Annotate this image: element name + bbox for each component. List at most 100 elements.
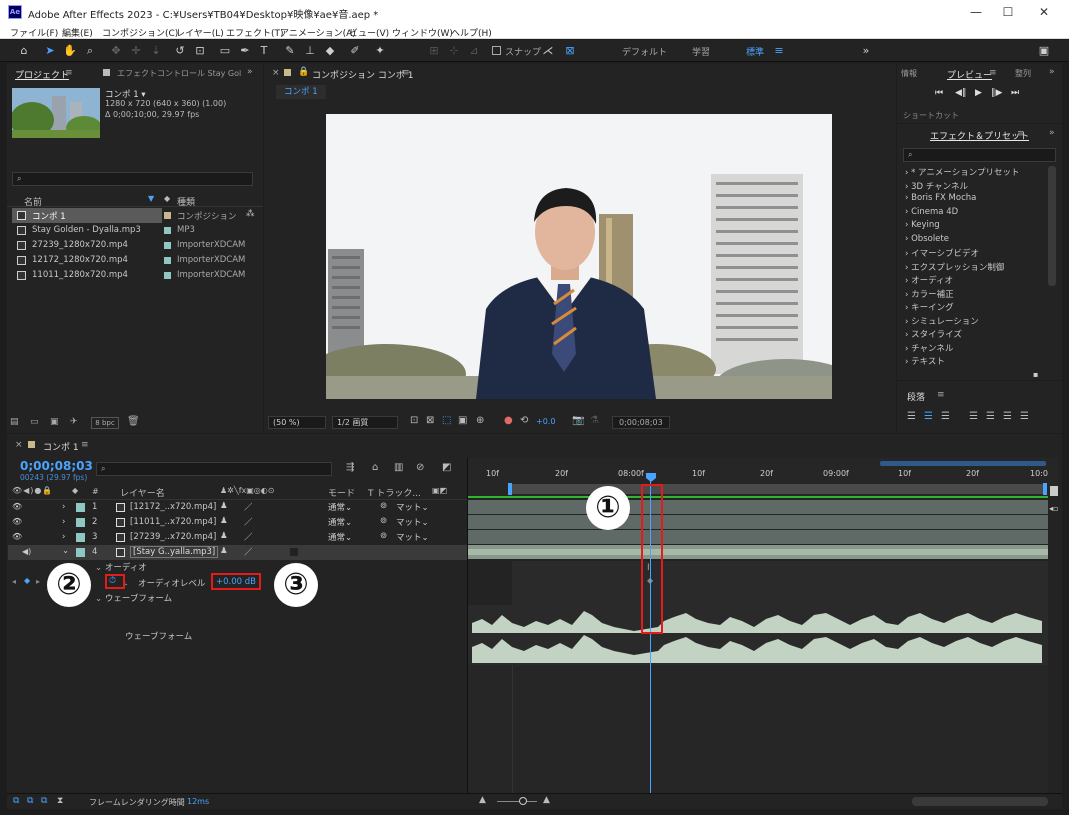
snap-feature-icon[interactable]: ⊠ (562, 43, 578, 59)
timeline-search-input[interactable]: ⌕ (96, 462, 332, 476)
close-tab-icon[interactable]: × (272, 68, 280, 78)
visibility-eye-icon[interactable]: 👁 (12, 502, 22, 511)
reset-exposure-icon[interactable]: ⟲ (520, 415, 528, 426)
last-frame-icon[interactable]: ⏭ (1011, 88, 1019, 98)
tab-project[interactable]: プロジェクト (15, 68, 69, 81)
layer-row[interactable]: 👁 › 3 [27239_..x720.mp4] ♟ ／ 通常⌄ ⊚ マット⌄ (8, 530, 468, 545)
expand-chevron-icon[interactable]: ⌄ (62, 546, 69, 556)
shy-switch-icon[interactable]: ♟ (220, 546, 228, 556)
effect-category[interactable]: › シミュレーション (905, 315, 979, 327)
maximize-button[interactable]: ☐ (993, 2, 1023, 22)
layer-row-selected[interactable]: ◀) ⌄ 4 [Stay G..yalla.mp3] ♟ ／ (8, 545, 468, 560)
tab-composition[interactable]: コンポジション コンポ 1 (312, 68, 413, 81)
next-frame-icon[interactable]: ‖▶ (991, 88, 1002, 98)
channel-icon[interactable]: ● (504, 415, 513, 426)
effect-category[interactable]: › エクスプレッション制御 (905, 261, 1004, 273)
label-swatch[interactable] (164, 212, 171, 219)
workspace-overflow-icon[interactable]: » (858, 43, 874, 59)
layer-bar-1[interactable] (468, 500, 1048, 514)
layer-switches-toggle-icon[interactable]: ⧉ (13, 796, 19, 806)
region-of-interest-icon[interactable]: ▣ (458, 415, 467, 426)
work-area-bar[interactable] (510, 484, 1046, 494)
visibility-eye-icon[interactable]: 👁 (12, 532, 22, 541)
audio-speaker-icon[interactable]: ◀) (22, 547, 31, 556)
minimize-button[interactable]: — (961, 2, 991, 22)
transparency-grid-icon[interactable]: ⊠ (426, 415, 434, 426)
render-time-toggle-icon[interactable]: ⧗ (57, 796, 63, 806)
prev-keyframe-icon[interactable]: ◂ (12, 577, 16, 586)
effect-category[interactable]: › カラー補正 (905, 288, 954, 300)
shy-switch-icon[interactable]: ♟ (220, 501, 228, 511)
comp-mini-flowchart-icon[interactable]: ⇶ (346, 462, 354, 473)
label-swatch[interactable] (76, 518, 85, 527)
new-bin-icon[interactable]: ▪ (1033, 370, 1038, 379)
quality-switch-icon[interactable]: ／ (244, 501, 253, 513)
selection-tool-icon[interactable]: ➤ (42, 43, 58, 59)
quality-switch-icon[interactable]: ／ (244, 516, 253, 528)
resolution-select[interactable]: 1/2 画質 (332, 416, 398, 429)
orbit-tool-icon[interactable]: ✥ (108, 43, 124, 59)
visibility-eye-icon[interactable]: 👁 (12, 517, 22, 526)
puppet-tool-icon[interactable]: ✦ (372, 43, 388, 59)
play-icon[interactable]: ▶ (975, 88, 982, 98)
effect-category[interactable]: › オーディオ (905, 274, 953, 286)
previous-frame-icon[interactable]: ◀‖ (955, 88, 966, 98)
show-snapshot-icon[interactable]: ⚗ (590, 415, 599, 426)
col-type-header[interactable]: 種類 (177, 195, 195, 208)
menu-layer[interactable]: レイヤー(L) (176, 26, 224, 39)
effects-scrollbar[interactable] (1048, 166, 1056, 286)
zoom-out-icon[interactable]: ▲ (479, 795, 486, 805)
add-keyframe-icon[interactable]: ◆ (24, 576, 30, 585)
project-search-input[interactable]: ⌕ (12, 172, 253, 186)
roto-brush-tool-icon[interactable]: ✐ (347, 43, 363, 59)
new-folder-icon[interactable]: ▭ (30, 417, 39, 427)
home-icon[interactable]: ⌂ (16, 43, 32, 59)
waveform-group-label[interactable]: ⌄ ウェーブフォーム (95, 592, 172, 604)
eraser-tool-icon[interactable]: ◆ (322, 43, 338, 59)
zoom-in-icon[interactable]: ▲ (543, 795, 550, 805)
trash-icon[interactable]: 🗑 (127, 416, 140, 427)
preserve-transparency-icon[interactable]: ⊚ (380, 501, 387, 511)
tab-info[interactable]: 情報 (901, 68, 917, 79)
motion-blur-icon[interactable]: ⊘ (416, 462, 424, 473)
lock-icon[interactable]: 🔒 (298, 67, 309, 77)
label-swatch[interactable] (164, 272, 171, 279)
text-tool-icon[interactable]: T (256, 43, 272, 59)
effect-category[interactable]: › 3D チャンネル (905, 180, 968, 192)
menu-help[interactable]: ヘルプ(H) (451, 26, 492, 39)
pen-tool-icon[interactable]: ✒ (237, 43, 253, 59)
close-tab-icon[interactable]: × (15, 440, 23, 450)
align-center-icon[interactable]: ☰ (924, 411, 941, 422)
track-matte-select[interactable]: マット⌄ (396, 501, 429, 513)
layer-bar-3[interactable] (468, 530, 1048, 544)
workspace-learn[interactable]: 学習 (692, 45, 710, 58)
panel-overflow-icon[interactable]: » (247, 67, 253, 77)
blend-mode-select[interactable]: 通常⌄ (328, 516, 352, 528)
panel-menu-icon[interactable]: ≡ (1017, 129, 1025, 139)
menu-window[interactable]: ウィンドウ(W) (392, 26, 453, 39)
col-track-matte[interactable]: T トラック... (368, 486, 421, 499)
flowchart-icon[interactable]: ⁂ (246, 209, 255, 219)
local-axis-icon[interactable]: ⊞ (426, 43, 442, 59)
col-mode[interactable]: モード (328, 486, 355, 499)
workspace-menu-icon[interactable]: ≡ (771, 43, 787, 59)
zoom-slider-handle[interactable] (519, 797, 527, 805)
comp-viewer[interactable] (326, 114, 832, 399)
brush-tool-icon[interactable]: ✎ (282, 43, 298, 59)
menu-file[interactable]: ファイル(F) (10, 26, 58, 39)
bpc-button[interactable]: 8 bpc (91, 417, 119, 429)
col-name-header[interactable]: 名前 (24, 195, 42, 208)
panel-overflow-icon[interactable]: » (1049, 128, 1055, 138)
snapshot-icon[interactable]: 📷 (572, 415, 584, 426)
effect-category[interactable]: › テキスト (905, 355, 945, 367)
label-swatch[interactable] (164, 257, 171, 264)
menu-edit[interactable]: 編集(E) (62, 26, 93, 39)
draft-3d-icon[interactable]: ⌂ (372, 462, 378, 473)
shy-layers-icon[interactable]: ▥ (394, 462, 403, 473)
effect-category[interactable]: › Boris FX Mocha (905, 193, 976, 203)
end-marker[interactable] (1050, 486, 1058, 496)
track-matte-select[interactable]: マット⌄ (396, 531, 429, 543)
panel-menu-icon[interactable]: ≡ (402, 68, 410, 78)
menu-animation[interactable]: アニメーション(A) (280, 26, 356, 39)
snap-edge-icon[interactable]: ⋌ (540, 43, 556, 59)
